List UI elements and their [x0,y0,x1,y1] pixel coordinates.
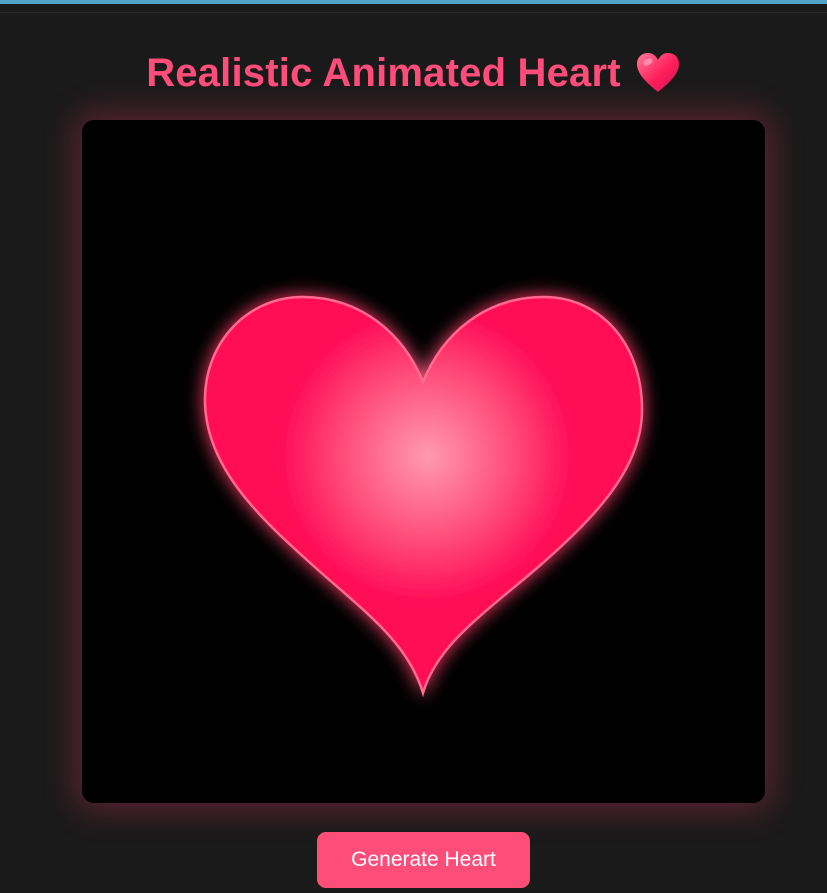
heart-icon [203,295,644,698]
page-title: Realistic Animated Heart [146,50,621,95]
top-divider [0,12,827,13]
heart-canvas[interactable] [82,120,765,803]
heart-emoji-icon [635,52,681,94]
heart-drawing [203,295,644,698]
browser-top-strip [0,0,827,4]
generate-heart-button[interactable]: Generate Heart [317,832,530,888]
header: Realistic Animated Heart [0,46,827,100]
